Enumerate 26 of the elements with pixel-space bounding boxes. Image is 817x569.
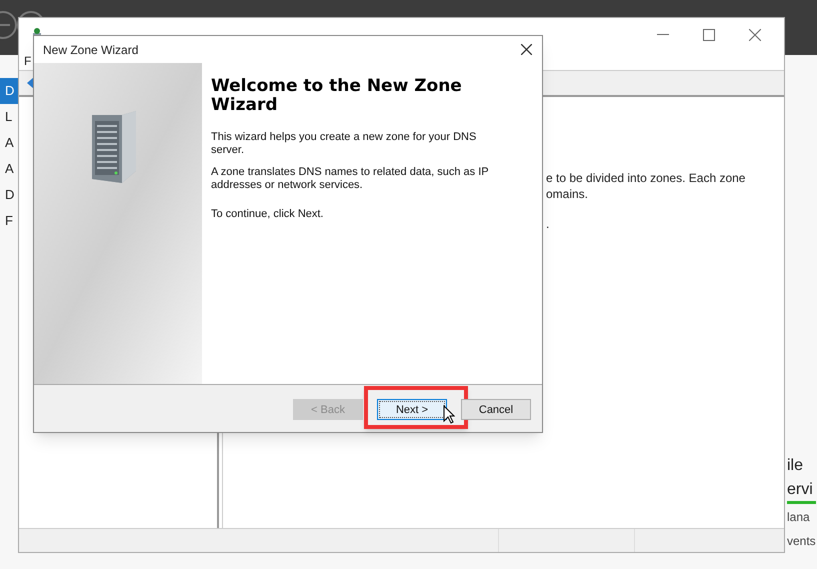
wizard-paragraph: To continue, click Next. [211, 208, 324, 221]
wizard-paragraph: This wizard helps you create a new zone for your DNS server. [211, 131, 478, 157]
sidebar-item[interactable]: F [0, 208, 18, 234]
tile-text: ile [787, 456, 804, 476]
wizard-button[interactable]: Cancel [461, 399, 531, 420]
mouse-cursor-icon [443, 404, 455, 424]
maximize-icon[interactable] [703, 29, 715, 41]
wizard-heading: Welcome to the New Zone Wizard [211, 77, 463, 115]
server-tower-icon [92, 111, 138, 183]
menu-item[interactable]: F [24, 52, 32, 70]
description-text: e to be divided into zones. Each zone [546, 170, 746, 186]
wizard-button[interactable]: Next > [377, 399, 447, 420]
wizard-paragraph: A zone translates DNS names to related data, such as IP addresses or network services. [211, 166, 490, 192]
sidebar-item[interactable]: D [0, 78, 18, 104]
close-icon[interactable] [521, 44, 532, 55]
sidebar-item[interactable]: A [0, 156, 18, 182]
sidebar-item[interactable]: A [0, 130, 18, 156]
tile-text: vents [787, 533, 816, 550]
description-text: . [546, 216, 550, 232]
sidebar-item[interactable]: L [0, 104, 18, 130]
close-icon[interactable] [749, 29, 761, 41]
tile-text: lana [787, 509, 811, 526]
dialog-title: New Zone Wizard [43, 42, 138, 58]
description-text: omains. [546, 186, 590, 202]
minimize-icon[interactable] [657, 34, 669, 36]
sidebar-item[interactable]: D [0, 182, 18, 208]
